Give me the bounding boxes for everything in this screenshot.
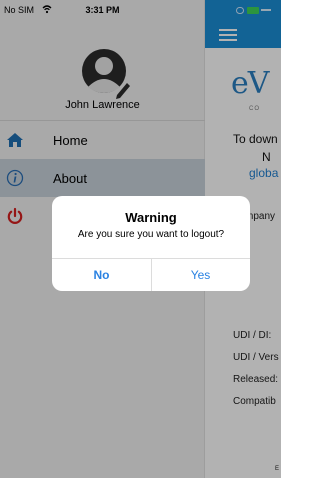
no-button[interactable]: No — [52, 259, 151, 291]
alert-message: Are you sure you want to logout? — [77, 229, 225, 240]
yes-button[interactable]: Yes — [151, 259, 250, 291]
alert-title: Warning — [125, 210, 177, 225]
logout-alert-dialog: Warning Are you sure you want to logout?… — [52, 196, 250, 291]
